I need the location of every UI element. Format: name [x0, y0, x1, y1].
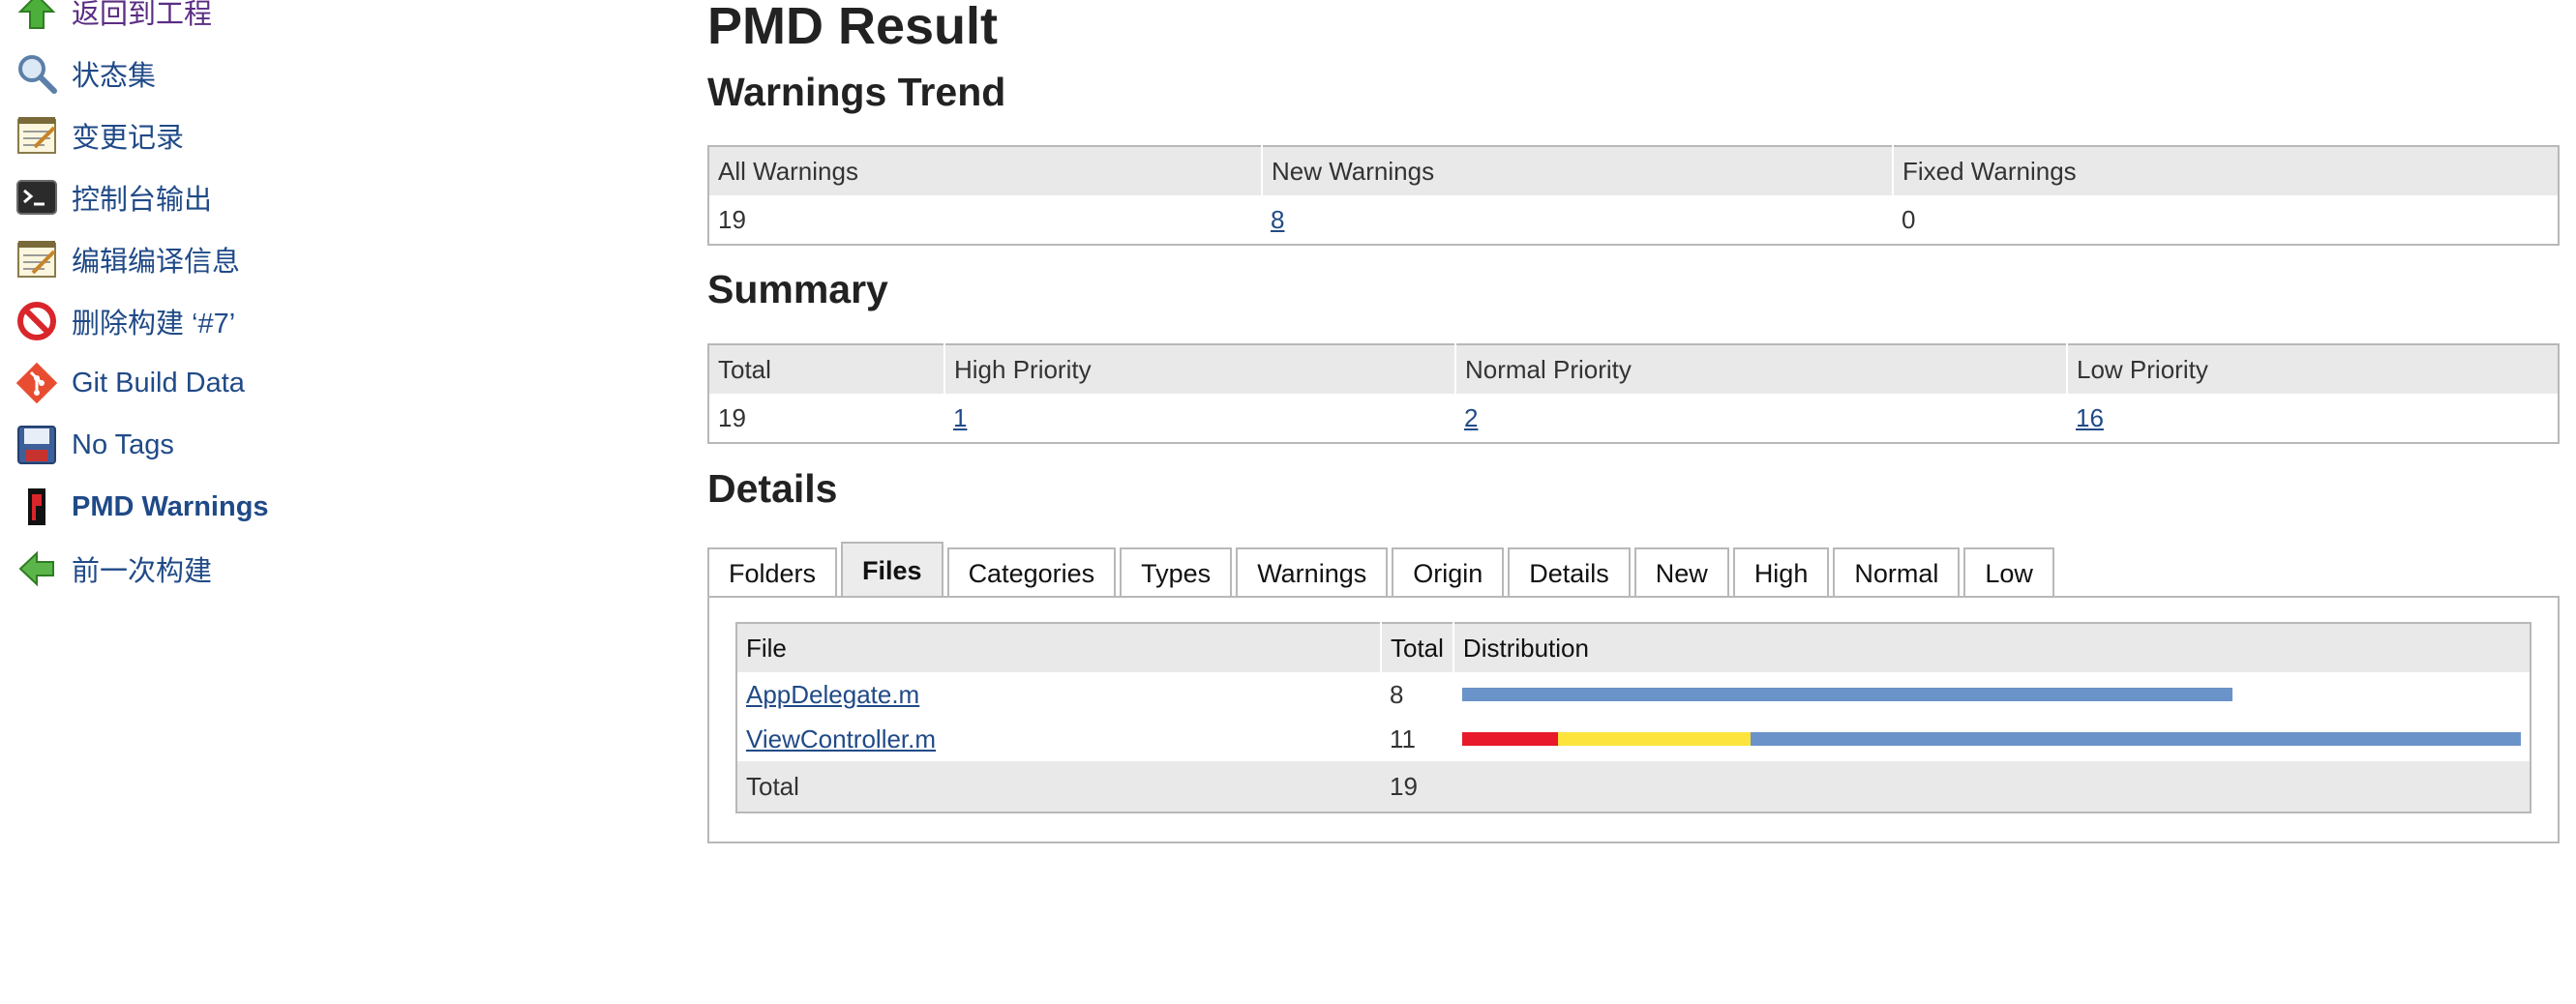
sidebar-item-label: PMD Warnings [72, 490, 269, 522]
col-all-warnings: All Warnings [708, 146, 1262, 195]
distribution-low-segment [1751, 732, 2521, 746]
sidebar-item-label: 编辑编译信息 [72, 247, 241, 278]
terminal-icon [14, 174, 60, 221]
notepad-icon [14, 112, 60, 159]
tab-files[interactable]: Files [841, 542, 944, 598]
total-label: Total [736, 761, 1381, 812]
sidebar-item-git-build-data[interactable]: Git Build Data [0, 352, 677, 414]
table-row: ViewController.m 11 [736, 717, 2531, 761]
sidebar-item-back-to-project[interactable]: 返回到工程 [0, 0, 677, 43]
tab-warnings[interactable]: Warnings [1236, 547, 1389, 598]
file-link-appdelegate[interactable]: AppDelegate.m [746, 680, 919, 709]
save-disk-icon [14, 422, 60, 468]
col-low-priority: Low Priority [2066, 344, 2559, 394]
sidebar-item-label: 控制台输出 [72, 185, 213, 216]
sidebar-item-label: Git Build Data [72, 367, 245, 399]
col-distribution: Distribution [1452, 623, 2531, 672]
col-high-priority: High Priority [944, 344, 1455, 394]
magnifier-icon [14, 50, 60, 97]
file-total: 8 [1390, 679, 1404, 709]
tab-categories[interactable]: Categories [946, 547, 1117, 598]
files-table: File Total Distribution AppDelegate.m 8 [735, 622, 2531, 813]
col-total: Total [708, 344, 944, 394]
tab-origin[interactable]: Origin [1392, 547, 1505, 598]
col-new-warnings: New Warnings [1261, 146, 1893, 195]
table-total-row: Total 19 [736, 761, 2531, 812]
distribution-normal-segment [1558, 732, 1752, 746]
distribution-bar [1461, 688, 2521, 701]
col-file-total: Total [1380, 623, 1453, 672]
no-entry-icon [14, 298, 60, 344]
col-normal-priority: Normal Priority [1454, 344, 2067, 394]
total-count: 19 [1381, 761, 1453, 812]
sidebar-item-label: 返回到工程 [72, 0, 213, 30]
table-row: AppDelegate.m 8 [736, 672, 2531, 717]
summary-table: Total High Priority Normal Priority Low … [707, 343, 2560, 444]
all-warnings-value: 19 [708, 195, 1262, 245]
sidebar-item-pmd-warnings[interactable]: PMD Warnings [0, 476, 677, 538]
distribution-low-segment [1461, 688, 2232, 701]
details-tab-bar: Folders Files Categories Types Warnings … [707, 542, 2058, 598]
file-link-viewcontroller[interactable]: ViewController.m [746, 724, 936, 753]
sidebar-item-changes[interactable]: 变更记录 [0, 104, 677, 166]
col-fixed-warnings: Fixed Warnings [1892, 146, 2559, 195]
total-value: 19 [708, 394, 944, 443]
notepad-edit-icon [14, 236, 60, 282]
details-heading: Details [707, 466, 838, 511]
sidebar-item-status[interactable]: 状态集 [0, 43, 677, 104]
sidebar: 返回到工程 状态集 变更记录 控制台输出 编辑编译信息 删除构建 ‘#7’ Gi… [0, 0, 677, 600]
tab-low[interactable]: Low [1963, 547, 2054, 598]
tab-new[interactable]: New [1633, 547, 1729, 598]
file-total: 11 [1390, 723, 1416, 753]
page-title: PMD Result [707, 0, 999, 55]
col-file: File [736, 623, 1381, 672]
summary-heading: Summary [707, 267, 888, 311]
git-icon [14, 360, 60, 406]
pmd-icon [14, 484, 60, 530]
high-priority-link[interactable]: 1 [953, 403, 967, 432]
distribution-bar [1461, 732, 2521, 746]
sidebar-item-delete-build[interactable]: 删除构建 ‘#7’ [0, 290, 677, 352]
tab-normal[interactable]: Normal [1833, 547, 1961, 598]
sidebar-item-edit-build-info[interactable]: 编辑编译信息 [0, 228, 677, 290]
warnings-trend-table: All Warnings New Warnings Fixed Warnings… [707, 145, 2560, 246]
sidebar-item-label: 状态集 [72, 61, 157, 92]
files-tab-panel: File Total Distribution AppDelegate.m 8 [707, 596, 2560, 843]
sidebar-item-label: 前一次构建 [72, 556, 213, 587]
new-warnings-link[interactable]: 8 [1271, 205, 1284, 234]
sidebar-item-label: 变更记录 [72, 123, 185, 154]
warnings-trend-heading: Warnings Trend [707, 70, 1006, 114]
low-priority-link[interactable]: 16 [2076, 403, 2104, 432]
up-arrow-icon [14, 0, 60, 35]
sidebar-item-label: 删除构建 ‘#7’ [72, 309, 236, 340]
left-arrow-icon [14, 546, 60, 592]
normal-priority-link[interactable]: 2 [1464, 403, 1478, 432]
fixed-warnings-value: 0 [1893, 195, 2559, 245]
sidebar-item-console-output[interactable]: 控制台输出 [0, 166, 677, 228]
tab-details[interactable]: Details [1508, 547, 1631, 598]
sidebar-item-label: No Tags [72, 428, 174, 460]
distribution-high-segment [1461, 732, 1559, 746]
sidebar-item-no-tags[interactable]: No Tags [0, 414, 677, 476]
tab-folders[interactable]: Folders [707, 547, 838, 598]
sidebar-item-previous-build[interactable]: 前一次构建 [0, 538, 677, 600]
tab-high[interactable]: High [1732, 547, 1830, 598]
tab-types[interactable]: Types [1120, 547, 1233, 598]
